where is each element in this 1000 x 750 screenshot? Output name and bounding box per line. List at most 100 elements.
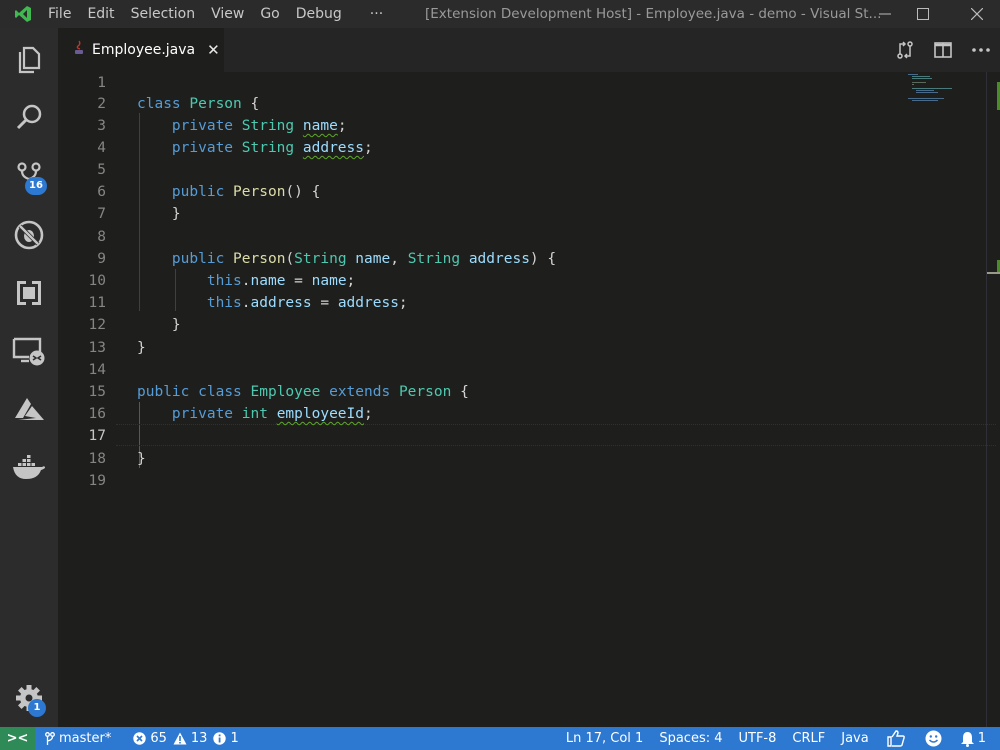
code-line: 16 private int employeeId; — [58, 403, 988, 425]
window-title: [Extension Development Host] - Employee.… — [425, 6, 882, 22]
code-line: 19 — [58, 470, 988, 492]
menu-file[interactable]: File — [46, 6, 81, 22]
code-line: 12 } — [58, 314, 988, 336]
code-token: String — [294, 251, 347, 267]
activity-settings[interactable]: 1 — [0, 673, 58, 723]
code-token: . — [241, 295, 251, 311]
activity-remote-explorer[interactable] — [0, 326, 58, 376]
maximize-button[interactable] — [900, 0, 946, 28]
code-token: ; — [364, 406, 373, 422]
code-token: name — [311, 273, 347, 289]
line-number: 11 — [88, 295, 106, 311]
warning-squiggle: address — [302, 140, 364, 156]
language-mode[interactable]: Java — [833, 727, 876, 750]
more-actions-button[interactable] — [962, 28, 1000, 72]
menu-selection[interactable]: Selection — [129, 6, 206, 22]
code-token: this — [206, 295, 242, 311]
code-token: ; — [398, 295, 408, 311]
warning-squiggle: employeeId — [276, 406, 365, 422]
tab-employee-java[interactable]: Employee.java ✕ — [58, 28, 224, 72]
activity-bar: 16 1 — [0, 28, 58, 727]
code-token: } — [171, 206, 181, 222]
line-number: 13 — [88, 340, 106, 356]
minimize-icon — [879, 13, 891, 15]
minimap-line — [912, 84, 914, 85]
code-text: private String address; — [137, 137, 373, 159]
code-token: name — [250, 273, 286, 289]
line-number: 8 — [97, 229, 106, 245]
open-changes-button[interactable] — [886, 28, 924, 72]
activity-explorer[interactable] — [0, 35, 58, 85]
activity-extensions[interactable] — [0, 268, 58, 318]
code-text: this.address = address; — [137, 292, 408, 314]
code-token: private — [171, 140, 234, 156]
code-text: private int employeeId; — [137, 403, 373, 425]
smiley-icon — [925, 730, 942, 747]
code-line: 11 this.address = address; — [58, 292, 988, 314]
activity-debug[interactable] — [0, 210, 58, 260]
code-line: 17 — [58, 425, 988, 447]
tab-close-button[interactable]: ✕ — [207, 41, 220, 59]
menu-view[interactable]: View — [209, 6, 254, 22]
close-icon — [971, 8, 983, 20]
encoding[interactable]: UTF-8 — [731, 727, 785, 750]
code-token: Employee — [250, 384, 321, 400]
code-editor[interactable]: 1 2 class Person { 3 private String name;… — [58, 72, 1000, 727]
code-token: public — [171, 184, 225, 200]
code-token: ; — [337, 118, 347, 134]
indentation[interactable]: Spaces: 4 — [651, 727, 730, 750]
notifications-button[interactable]: 1 — [952, 727, 1000, 750]
minimap[interactable] — [900, 72, 990, 172]
code-token: () — [285, 184, 303, 200]
code-token: . — [241, 273, 251, 289]
branch-indicator[interactable]: master* — [35, 727, 117, 750]
close-window-button[interactable] — [954, 0, 1000, 28]
code-token: int — [241, 406, 268, 422]
menu-go[interactable]: Go — [258, 6, 289, 22]
vertical-scrollbar[interactable] — [986, 72, 1000, 727]
code-token: } — [137, 340, 146, 356]
line-number: 12 — [88, 317, 106, 333]
code-token: public — [171, 251, 225, 267]
compare-changes-icon — [897, 41, 913, 59]
activity-search[interactable] — [0, 92, 58, 142]
tweet-feedback-button[interactable] — [915, 727, 952, 750]
line-number: 16 — [88, 406, 106, 422]
menu-more[interactable]: ··· — [356, 6, 397, 22]
settings-badge: 1 — [28, 699, 46, 717]
activity-source-control[interactable]: 16 — [0, 150, 58, 200]
code-line: 3 private String name; — [58, 115, 988, 137]
problems-indicator[interactable]: 65 13 1 — [117, 727, 244, 750]
code-token: String — [241, 140, 295, 156]
menu-debug[interactable]: Debug — [294, 6, 352, 22]
line-number: 15 — [88, 384, 106, 400]
code-text: private String name; — [137, 115, 347, 137]
end-of-line[interactable]: CRLF — [784, 727, 833, 750]
code-token: ( — [285, 251, 295, 267]
feedback-button[interactable] — [877, 727, 915, 750]
minimap-line — [912, 82, 926, 83]
activity-azure[interactable] — [0, 385, 58, 435]
code-line: 7 } — [58, 203, 988, 225]
code-token: Person — [233, 184, 286, 200]
tab-label: Employee.java — [92, 42, 196, 58]
line-number: 14 — [88, 362, 106, 378]
remote-explorer-icon — [12, 337, 45, 366]
code-token: address — [468, 251, 530, 267]
activity-docker[interactable] — [0, 443, 58, 493]
code-line: 18} — [58, 448, 988, 470]
minimap-line — [916, 90, 934, 91]
docker-icon — [13, 455, 45, 479]
line-number: 3 — [97, 118, 106, 134]
split-editor-icon — [934, 42, 952, 58]
menu-edit[interactable]: Edit — [85, 6, 124, 22]
error-count: 65 — [150, 731, 167, 746]
debug-icon — [14, 220, 44, 250]
error-icon — [133, 732, 147, 745]
code-token: class — [137, 96, 181, 112]
code-text: this.name = name; — [137, 270, 355, 292]
remote-indicator[interactable]: >< — [0, 727, 35, 750]
code-token: public — [137, 384, 190, 400]
split-editor-button[interactable] — [924, 28, 962, 72]
cursor-position[interactable]: Ln 17, Col 1 — [558, 727, 651, 750]
